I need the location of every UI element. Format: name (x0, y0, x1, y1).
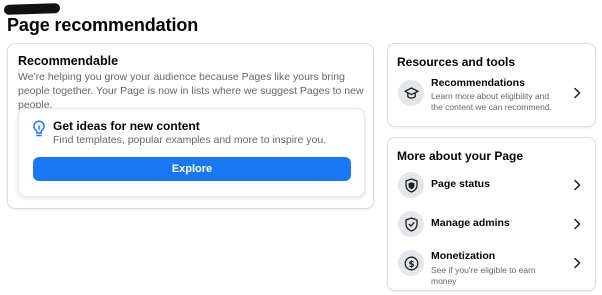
graduation-cap-icon-wrap (398, 80, 424, 106)
dollar-icon: $ (404, 256, 418, 270)
manage-admins-link[interactable]: Manage admins (388, 207, 595, 243)
chevron-right-icon (574, 218, 581, 230)
shield-icon-wrap (398, 172, 424, 198)
monetization-title: Monetization (431, 250, 496, 262)
graduation-cap-icon (403, 86, 419, 99)
resources-card: Resources and tools Recommendations Lear… (387, 43, 596, 127)
monetization-link[interactable]: $ Monetization See if you're eligible to… (388, 246, 595, 286)
content-ideas-card: Get ideas for new content Find templates… (18, 108, 365, 197)
svg-text:$: $ (408, 259, 414, 269)
explore-button[interactable]: Explore (33, 157, 351, 181)
shield-check-icon-wrap (398, 211, 424, 237)
page-title: Page recommendation (7, 15, 199, 35)
monetization-description: See if you're eligible to earn money (431, 265, 536, 286)
shield-icon (404, 177, 418, 193)
more-about-page-card: More about your Page Page status Manage … (387, 137, 596, 291)
recommendations-link[interactable]: Recommendations Learn more about eligibi… (388, 76, 595, 112)
manage-admins-title: Manage admins (431, 217, 510, 229)
chevron-right-icon (574, 87, 581, 99)
lightbulb-icon (33, 120, 45, 137)
page-status-link[interactable]: Page status (388, 168, 595, 204)
page-status-title: Page status (431, 178, 490, 190)
recommendations-title: Recommendations (431, 77, 525, 89)
chevron-right-icon (574, 179, 581, 191)
resources-heading: Resources and tools (397, 55, 516, 69)
recommendations-description: Learn more about eligibility and the con… (431, 91, 552, 112)
recommendable-heading: Recommendable (18, 54, 119, 68)
redacted-scribble (3, 3, 61, 15)
shield-check-icon (404, 216, 418, 232)
recommendable-card: Recommendable We're helping you grow you… (7, 43, 374, 209)
content-ideas-title: Get ideas for new content (53, 119, 200, 133)
recommendable-description: We're helping you grow your audience bec… (18, 71, 364, 111)
more-about-page-heading: More about your Page (397, 149, 524, 163)
chevron-right-icon (574, 257, 581, 269)
content-ideas-description: Find templates, popular examples and mor… (53, 134, 327, 146)
dollar-icon-wrap: $ (398, 250, 424, 276)
